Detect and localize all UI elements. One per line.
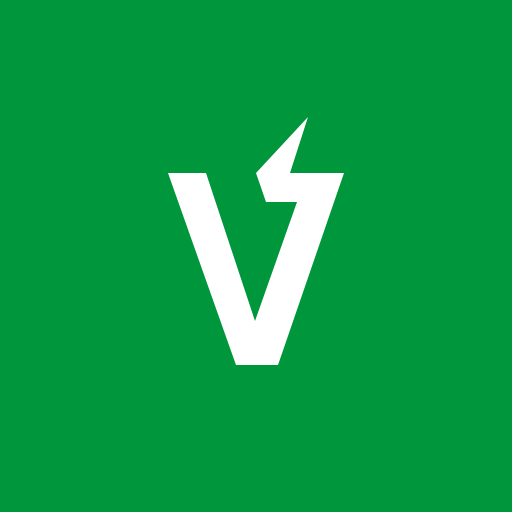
app-icon bbox=[0, 0, 512, 512]
app-icon-graphic bbox=[0, 0, 512, 512]
icon-background bbox=[0, 0, 512, 512]
